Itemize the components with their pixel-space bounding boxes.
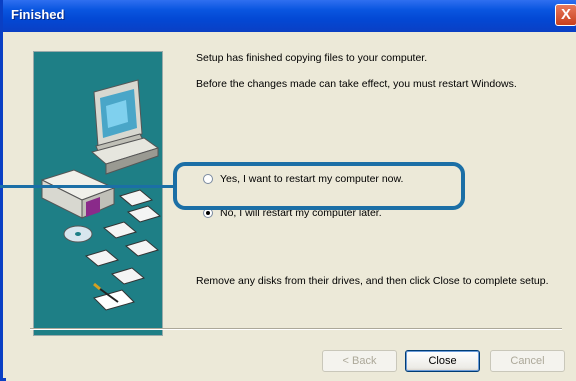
title-bar[interactable]: Finished X: [3, 0, 576, 32]
message-line-3: Remove any disks from their drives, and …: [196, 275, 549, 287]
setup-illustration-panel: [33, 51, 163, 336]
back-button[interactable]: < Back: [322, 350, 397, 372]
close-window-button[interactable]: X: [555, 4, 576, 26]
divider: [30, 328, 562, 330]
close-button[interactable]: Close: [405, 350, 480, 372]
window-title: Finished: [11, 7, 65, 22]
message-line-1: Setup has finished copying files to your…: [196, 52, 428, 64]
callout-pointer-line: [0, 185, 175, 188]
callout-highlight-box: [173, 162, 465, 210]
cd-icon: [63, 225, 93, 243]
message-line-2: Before the changes made can take effect,…: [196, 78, 517, 90]
cancel-button[interactable]: Cancel: [490, 350, 565, 372]
close-icon: X: [560, 6, 571, 23]
setup-illustration: [34, 52, 162, 335]
